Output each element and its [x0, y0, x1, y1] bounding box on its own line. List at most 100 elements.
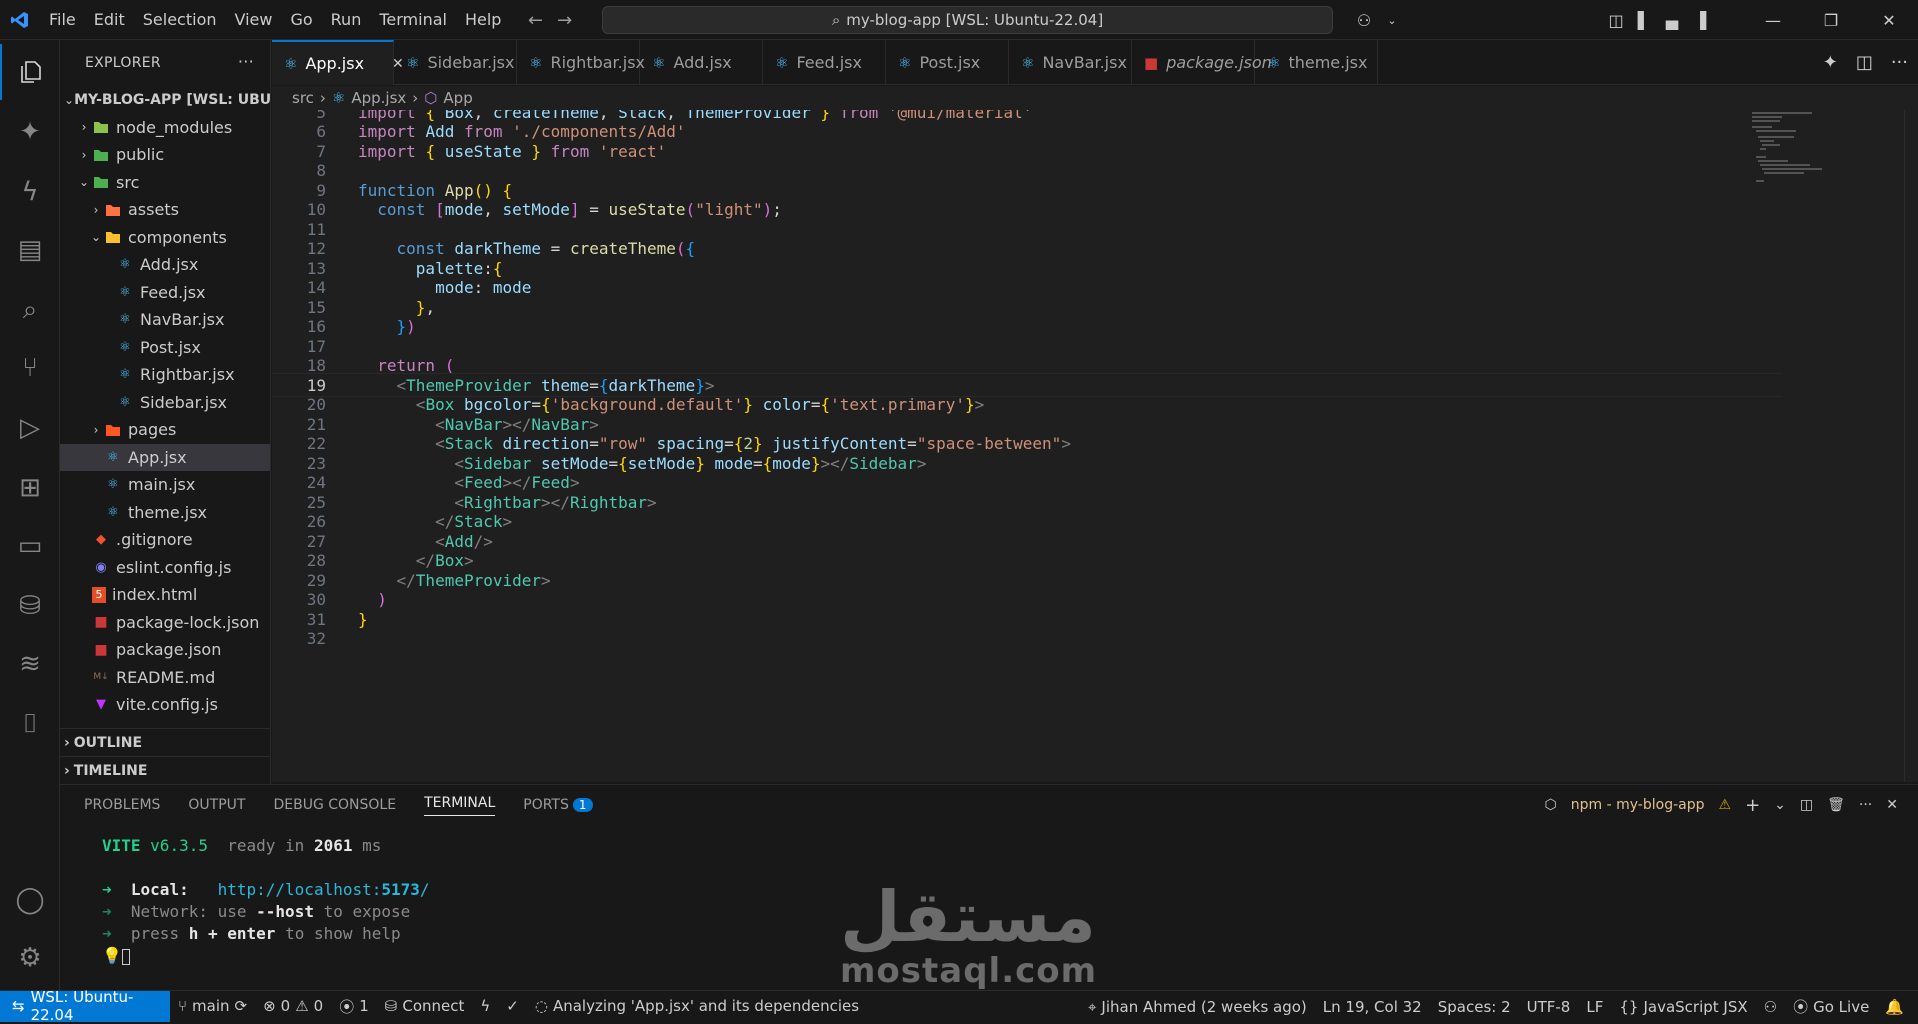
- remote-indicator[interactable]: ⇆ WSL: Ubuntu-22.04: [0, 988, 170, 1024]
- close-window-icon[interactable]: ✕: [1860, 0, 1918, 40]
- tree-item[interactable]: ⚛ main.jsx: [60, 471, 270, 499]
- menu-edit[interactable]: Edit: [85, 0, 134, 40]
- editor-tab[interactable]: ⚛ theme.jsx: [1255, 40, 1378, 85]
- code-line[interactable]: 32: [272, 627, 1782, 651]
- terminal-output[interactable]: VITE v6.3.5 ready in 2061 ms ➜ Local: ht…: [102, 835, 430, 967]
- more-actions-icon[interactable]: ···: [238, 52, 254, 71]
- tree-item[interactable]: ■ package-lock.json: [60, 609, 270, 637]
- menu-help[interactable]: Help: [456, 0, 510, 40]
- timeline-section[interactable]: › TIMELINE: [60, 756, 270, 784]
- indentation[interactable]: Spaces: 2: [1430, 998, 1519, 1016]
- tree-item[interactable]: M↓ README.md: [60, 664, 270, 692]
- tree-item[interactable]: › pages: [60, 416, 270, 444]
- more-actions-icon[interactable]: ···: [1859, 797, 1872, 813]
- forward-arrow-icon[interactable]: →: [557, 10, 572, 31]
- tree-item[interactable]: ■ package.json: [60, 636, 270, 664]
- end-of-line[interactable]: LF: [1578, 998, 1611, 1016]
- tree-item[interactable]: ▼ vite.config.js: [60, 691, 270, 719]
- tree-item[interactable]: › assets: [60, 196, 270, 224]
- chevron-down-icon[interactable]: ⌄: [1774, 797, 1786, 813]
- toggle-panel-icon[interactable]: ▄: [1658, 11, 1686, 30]
- editor-tab[interactable]: ⚛ Rightbar.jsx: [517, 40, 645, 85]
- add-terminal-icon[interactable]: +: [1745, 795, 1760, 816]
- tree-item[interactable]: ◆ .gitignore: [60, 526, 270, 554]
- chevron-down-icon[interactable]: ⌄: [1378, 14, 1406, 27]
- toggle-secondary-sidebar-icon[interactable]: ▐: [1686, 11, 1714, 30]
- breadcrumb-file[interactable]: App.jsx: [351, 89, 406, 107]
- encoding[interactable]: UTF-8: [1519, 998, 1579, 1016]
- lightning-icon[interactable]: ϟ: [0, 164, 60, 220]
- tree-item[interactable]: ⌄ src: [60, 169, 270, 197]
- tree-item[interactable]: 5 index.html: [60, 581, 270, 609]
- gear-icon[interactable]: ⚙: [0, 930, 60, 986]
- terminal-name[interactable]: npm - my-blog-app: [1571, 797, 1705, 813]
- cylinder-icon[interactable]: ⌷: [0, 696, 60, 752]
- tree-item[interactable]: ⚛ App.jsx: [60, 443, 270, 471]
- editor-tab[interactable]: ⚛ Sidebar.jsx: [394, 40, 517, 85]
- account-icon[interactable]: ◯: [0, 872, 60, 928]
- minimap[interactable]: [1748, 110, 1868, 190]
- editor-tab[interactable]: ⚛ NavBar.jsx: [1009, 40, 1132, 85]
- copilot-sparkle-icon[interactable]: ✦: [0, 104, 60, 160]
- tab-output[interactable]: OUTPUT: [188, 797, 245, 813]
- editor-tab[interactable]: ⚛ App.jsx ✕: [272, 40, 404, 85]
- tree-item[interactable]: ⚛ Feed.jsx: [60, 279, 270, 307]
- remote-explorer-icon[interactable]: ▭: [0, 518, 60, 574]
- editor-scrollbar[interactable]: [1904, 110, 1918, 782]
- menu-selection[interactable]: Selection: [134, 0, 226, 40]
- explorer-root[interactable]: ⌄ MY-BLOG-APP [WSL: UBU...: [60, 86, 270, 114]
- menu-file[interactable]: File: [40, 0, 85, 40]
- code-editor[interactable]: 5 import { Box, createTheme, Stack, Theme…: [272, 110, 1918, 782]
- database-icon[interactable]: ⛁: [0, 578, 60, 634]
- tree-item[interactable]: › node_modules: [60, 114, 270, 142]
- extensions-icon[interactable]: ⊞: [0, 460, 60, 516]
- tree-item[interactable]: ⚛ Post.jsx: [60, 334, 270, 362]
- tree-item[interactable]: ⚛ NavBar.jsx: [60, 306, 270, 334]
- bell-icon[interactable]: 🔔: [1877, 998, 1912, 1016]
- menu-run[interactable]: Run: [322, 0, 371, 40]
- git-blame-item[interactable]: ⌖ Jihan Ahmed (2 weeks ago): [1080, 998, 1315, 1016]
- search-icon[interactable]: ⌕: [0, 282, 60, 338]
- menu-go[interactable]: Go: [281, 0, 321, 40]
- tree-item[interactable]: › public: [60, 141, 270, 169]
- copilot-sparkle-icon[interactable]: ✦: [1823, 52, 1838, 73]
- editor-tab[interactable]: ⚛ Add.jsx: [640, 40, 763, 85]
- split-terminal-icon[interactable]: ◫: [1800, 797, 1813, 813]
- menu-view[interactable]: View: [226, 0, 282, 40]
- ports-item[interactable]: ⦿ 1: [331, 996, 377, 1017]
- cursor-position[interactable]: Ln 19, Col 32: [1315, 998, 1430, 1016]
- tree-item[interactable]: ◉ eslint.config.js: [60, 554, 270, 582]
- menu-terminal[interactable]: Terminal: [370, 0, 456, 40]
- breadcrumb-src[interactable]: src: [292, 89, 314, 107]
- run-debug-icon[interactable]: ▷: [0, 400, 60, 456]
- lightning-item[interactable]: ϟ: [472, 997, 498, 1015]
- explorer-icon[interactable]: [0, 44, 60, 100]
- book-icon[interactable]: ▤: [0, 222, 60, 278]
- restore-icon[interactable]: ❐: [1802, 0, 1860, 40]
- tab-problems[interactable]: PROBLEMS: [84, 797, 160, 813]
- trash-icon[interactable]: 🗑: [1827, 797, 1845, 813]
- back-arrow-icon[interactable]: ←: [528, 10, 543, 31]
- more-actions-icon[interactable]: ···: [1891, 52, 1908, 73]
- layers-icon[interactable]: ≋: [0, 636, 60, 692]
- editor-tab[interactable]: ■ package.json: [1132, 40, 1272, 85]
- customize-layout-icon[interactable]: ◫: [1602, 11, 1630, 30]
- source-control-icon[interactable]: ⑂: [0, 340, 60, 396]
- editor-tab[interactable]: ⚛ Feed.jsx: [763, 40, 886, 85]
- breadcrumb-symbol[interactable]: App: [443, 89, 472, 107]
- copilot-icon[interactable]: ⚇: [1350, 11, 1378, 30]
- copilot-status-icon[interactable]: ⚇: [1756, 998, 1785, 1016]
- tab-terminal[interactable]: TERMINAL: [424, 795, 496, 816]
- command-center-search[interactable]: ⌕ my-blog-app [WSL: Ubuntu-22.04]: [602, 6, 1333, 34]
- editor-tab[interactable]: ⚛ Post.jsx: [886, 40, 1009, 85]
- tree-item[interactable]: ⚛ theme.jsx: [60, 499, 270, 527]
- close-panel-icon[interactable]: ✕: [1886, 797, 1898, 813]
- problems-item[interactable]: ⊗ 0 ⚠ 0: [255, 997, 331, 1015]
- tree-item[interactable]: ⚛ Rightbar.jsx: [60, 361, 270, 389]
- tab-ports[interactable]: PORTS 1: [523, 797, 593, 813]
- connect-item[interactable]: ⛁ Connect: [377, 997, 473, 1015]
- split-editor-icon[interactable]: ◫: [1856, 52, 1873, 73]
- tree-item[interactable]: ⌄ components: [60, 224, 270, 252]
- tree-item[interactable]: ⚛ Add.jsx: [60, 251, 270, 279]
- go-live-item[interactable]: ⦿ Go Live: [1785, 996, 1877, 1017]
